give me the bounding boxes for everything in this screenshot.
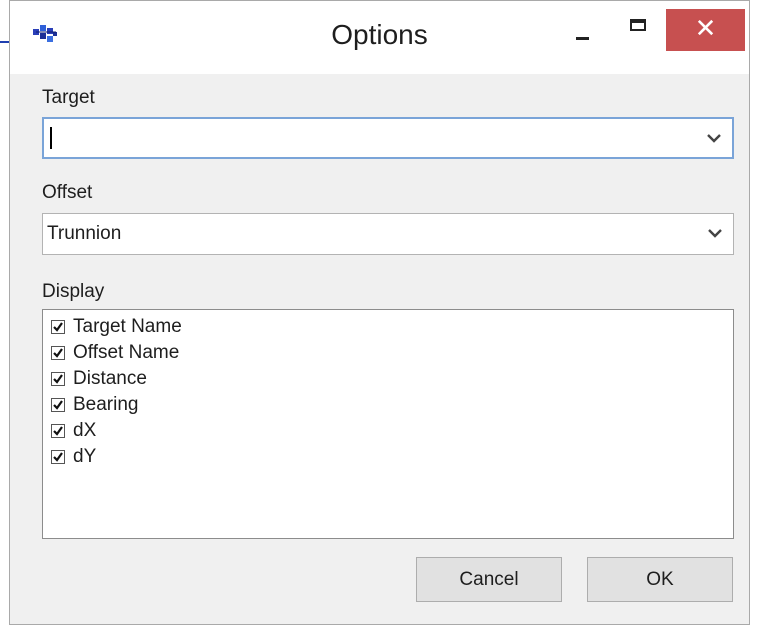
list-item[interactable]: dY [51, 444, 96, 470]
maximize-button[interactable] [618, 1, 664, 43]
list-item-label: Target Name [73, 316, 182, 337]
list-item-label: Offset Name [73, 342, 180, 363]
title-bar[interactable]: Options ✕ [10, 1, 749, 74]
list-item-label: dX [73, 420, 97, 441]
chevron-down-icon[interactable] [706, 130, 722, 146]
checkbox[interactable] [51, 424, 65, 438]
checkmark-icon [53, 348, 63, 358]
checkbox[interactable] [51, 398, 65, 412]
checkbox[interactable] [51, 320, 65, 334]
minimize-button[interactable] [559, 1, 605, 43]
minimize-icon [576, 37, 589, 40]
checkmark-icon [53, 374, 63, 384]
target-label: Target [42, 87, 95, 108]
list-item[interactable]: Bearing [51, 392, 139, 418]
options-dialog: Options ✕ Target Offset Trunnion Display… [9, 0, 750, 625]
checkmark-icon [53, 426, 63, 436]
offset-label: Offset [42, 182, 93, 203]
checkmark-icon [53, 400, 63, 410]
offset-combobox[interactable]: Trunnion [42, 213, 734, 255]
list-item[interactable]: Distance [51, 366, 147, 392]
checkmark-icon [53, 322, 63, 332]
checkbox[interactable] [51, 372, 65, 386]
list-item-label: Bearing [73, 394, 139, 415]
list-item[interactable]: Target Name [51, 314, 182, 340]
checkmark-icon [53, 452, 63, 462]
close-button[interactable]: ✕ [666, 9, 745, 51]
offset-value: Trunnion [47, 223, 122, 244]
ok-button[interactable]: OK [587, 557, 733, 602]
display-label: Display [42, 281, 105, 302]
cancel-button[interactable]: Cancel [416, 557, 562, 602]
target-combobox[interactable] [42, 117, 734, 159]
maximize-icon [630, 19, 646, 31]
chevron-down-icon[interactable] [707, 225, 723, 241]
list-item[interactable]: Offset Name [51, 340, 179, 366]
display-listbox[interactable]: Target Name Offset Name Distance Bearing… [42, 309, 734, 539]
checkbox[interactable] [51, 450, 65, 464]
list-item-label: dY [73, 446, 97, 467]
list-item[interactable]: dX [51, 418, 96, 444]
text-caret [50, 127, 52, 149]
checkbox[interactable] [51, 346, 65, 360]
list-item-label: Distance [73, 368, 147, 389]
